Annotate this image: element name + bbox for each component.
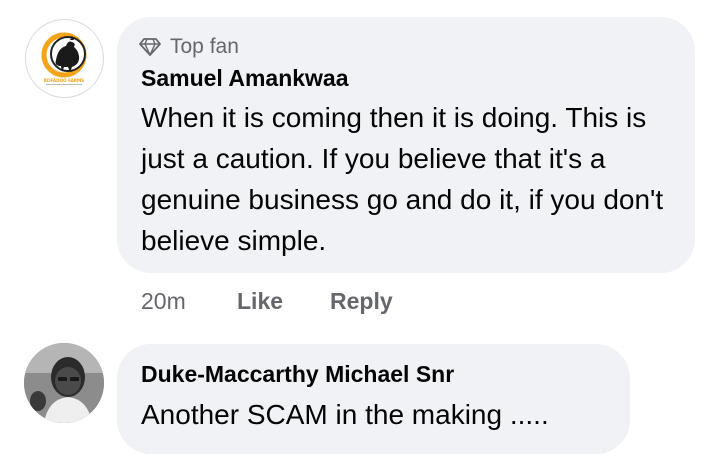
reply-button[interactable]: Reply	[330, 288, 393, 315]
farm-logo: KOFADOO FARMS	[41, 32, 87, 85]
comment-author[interactable]: Duke-Maccarthy Michael Snr	[141, 361, 454, 388]
avatar-duke-maccarthy[interactable]	[24, 343, 104, 423]
comment-author[interactable]: Samuel Amankwaa	[141, 65, 349, 92]
logo-text: KOFADOO FARMS	[44, 78, 84, 83]
diamond-icon	[139, 38, 161, 56]
badge-label: Top fan	[170, 35, 239, 58]
profile-photo	[24, 343, 104, 423]
avatar-samuel-amankwaa[interactable]: KOFADOO FARMS	[25, 19, 104, 98]
top-fan-badge: Top fan	[139, 35, 239, 59]
comment-text: When it is coming then it is doing. This…	[141, 102, 664, 256]
like-button[interactable]: Like	[237, 288, 283, 315]
comment-timestamp[interactable]: 20m	[141, 288, 186, 315]
comment-text: Another SCAM in the making .....	[141, 399, 549, 430]
